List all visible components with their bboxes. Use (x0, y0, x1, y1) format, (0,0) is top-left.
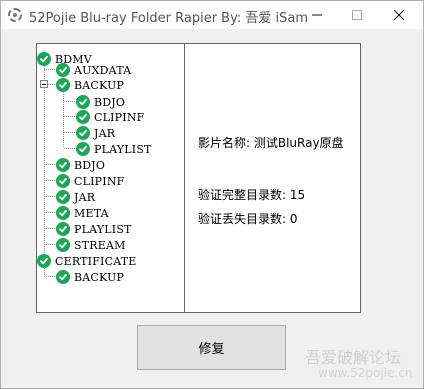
minimize-icon (312, 14, 322, 16)
check-circle-icon (37, 52, 51, 66)
close-icon (394, 10, 404, 20)
check-circle-icon (56, 238, 70, 252)
close-button[interactable] (379, 1, 419, 29)
tree-item-label: BACKUP (74, 270, 125, 284)
tree-item[interactable]: PLAYLIST (56, 221, 132, 237)
tree-item[interactable]: CLIPINF (56, 173, 124, 189)
tree-item[interactable]: PLAYLIST (76, 141, 152, 157)
check-circle-icon (56, 174, 70, 188)
check-circle-icon (56, 206, 70, 220)
tree-item-label: AUXDATA (74, 63, 132, 77)
tree-item[interactable]: JAR (76, 125, 115, 141)
maximize-button[interactable] (337, 1, 377, 29)
window-title: 52Pojie Blu-ray Folder Rapier By: 吾爱 iSa… (29, 11, 308, 26)
tree-item-label: BDJO (74, 158, 106, 172)
tree-item-label: CLIPINF (74, 174, 125, 188)
watermark-site-url: www.52pojie.cn (318, 366, 413, 380)
tree-item[interactable]: BACKUP (56, 269, 124, 285)
check-circle-icon (56, 222, 70, 236)
tree-item[interactable]: CERTIFICATE (37, 253, 137, 269)
maximize-icon (352, 10, 362, 20)
tree-item[interactable]: BDJO (56, 157, 105, 173)
check-circle-icon (76, 142, 90, 156)
tree-item-label: JAR (94, 126, 116, 140)
check-circle-icon (56, 63, 70, 77)
check-circle-icon (56, 78, 70, 92)
tree-item-label: BACKUP (74, 78, 125, 92)
check-circle-icon (76, 126, 90, 140)
tree-item-label: PLAYLIST (74, 222, 132, 236)
collapse-toggle-backup[interactable] (40, 80, 48, 88)
verified-dirs-text: 验证完整目录数: 15 (198, 188, 306, 202)
tree-item[interactable]: CLIPINF (76, 109, 144, 125)
info-panel (184, 43, 361, 313)
check-circle-icon (56, 158, 70, 172)
check-circle-icon (56, 190, 70, 204)
tree-item-label: META (74, 206, 109, 220)
check-circle-icon (37, 254, 51, 268)
repair-button-label: 修复 (198, 342, 225, 357)
watermark-site-name: 吾爱破解论坛 (305, 348, 402, 367)
tree-item[interactable]: STREAM (56, 237, 126, 253)
title-bar[interactable]: 52Pojie Blu-ray Folder Rapier By: 吾爱 iSa… (1, 1, 423, 29)
tree-item-label: CLIPINF (94, 110, 145, 124)
tree-item[interactable]: BDJO (76, 94, 125, 110)
tree-item[interactable]: BACKUP (56, 77, 124, 93)
check-circle-icon (76, 95, 90, 109)
tree-item[interactable]: JAR (56, 189, 95, 205)
tree-item-label: JAR (74, 190, 96, 204)
minimize-button[interactable] (297, 1, 337, 29)
repair-button[interactable]: 修复 (137, 325, 286, 370)
tree-item[interactable]: META (56, 205, 109, 221)
check-circle-icon (56, 270, 70, 284)
tree-item-label: PLAYLIST (94, 142, 152, 156)
check-circle-icon (76, 110, 90, 124)
movie-name-text: 影片名称: 测试BluRay原盘 (198, 136, 344, 150)
missing-dirs-text: 验证丢失目录数: 0 (198, 212, 298, 226)
tree-item-label: CERTIFICATE (55, 254, 137, 268)
tree-item-label: STREAM (74, 238, 126, 252)
gear-icon (8, 8, 22, 22)
tree-item[interactable]: AUXDATA (56, 62, 131, 78)
tree-item-label: BDJO (94, 95, 126, 109)
